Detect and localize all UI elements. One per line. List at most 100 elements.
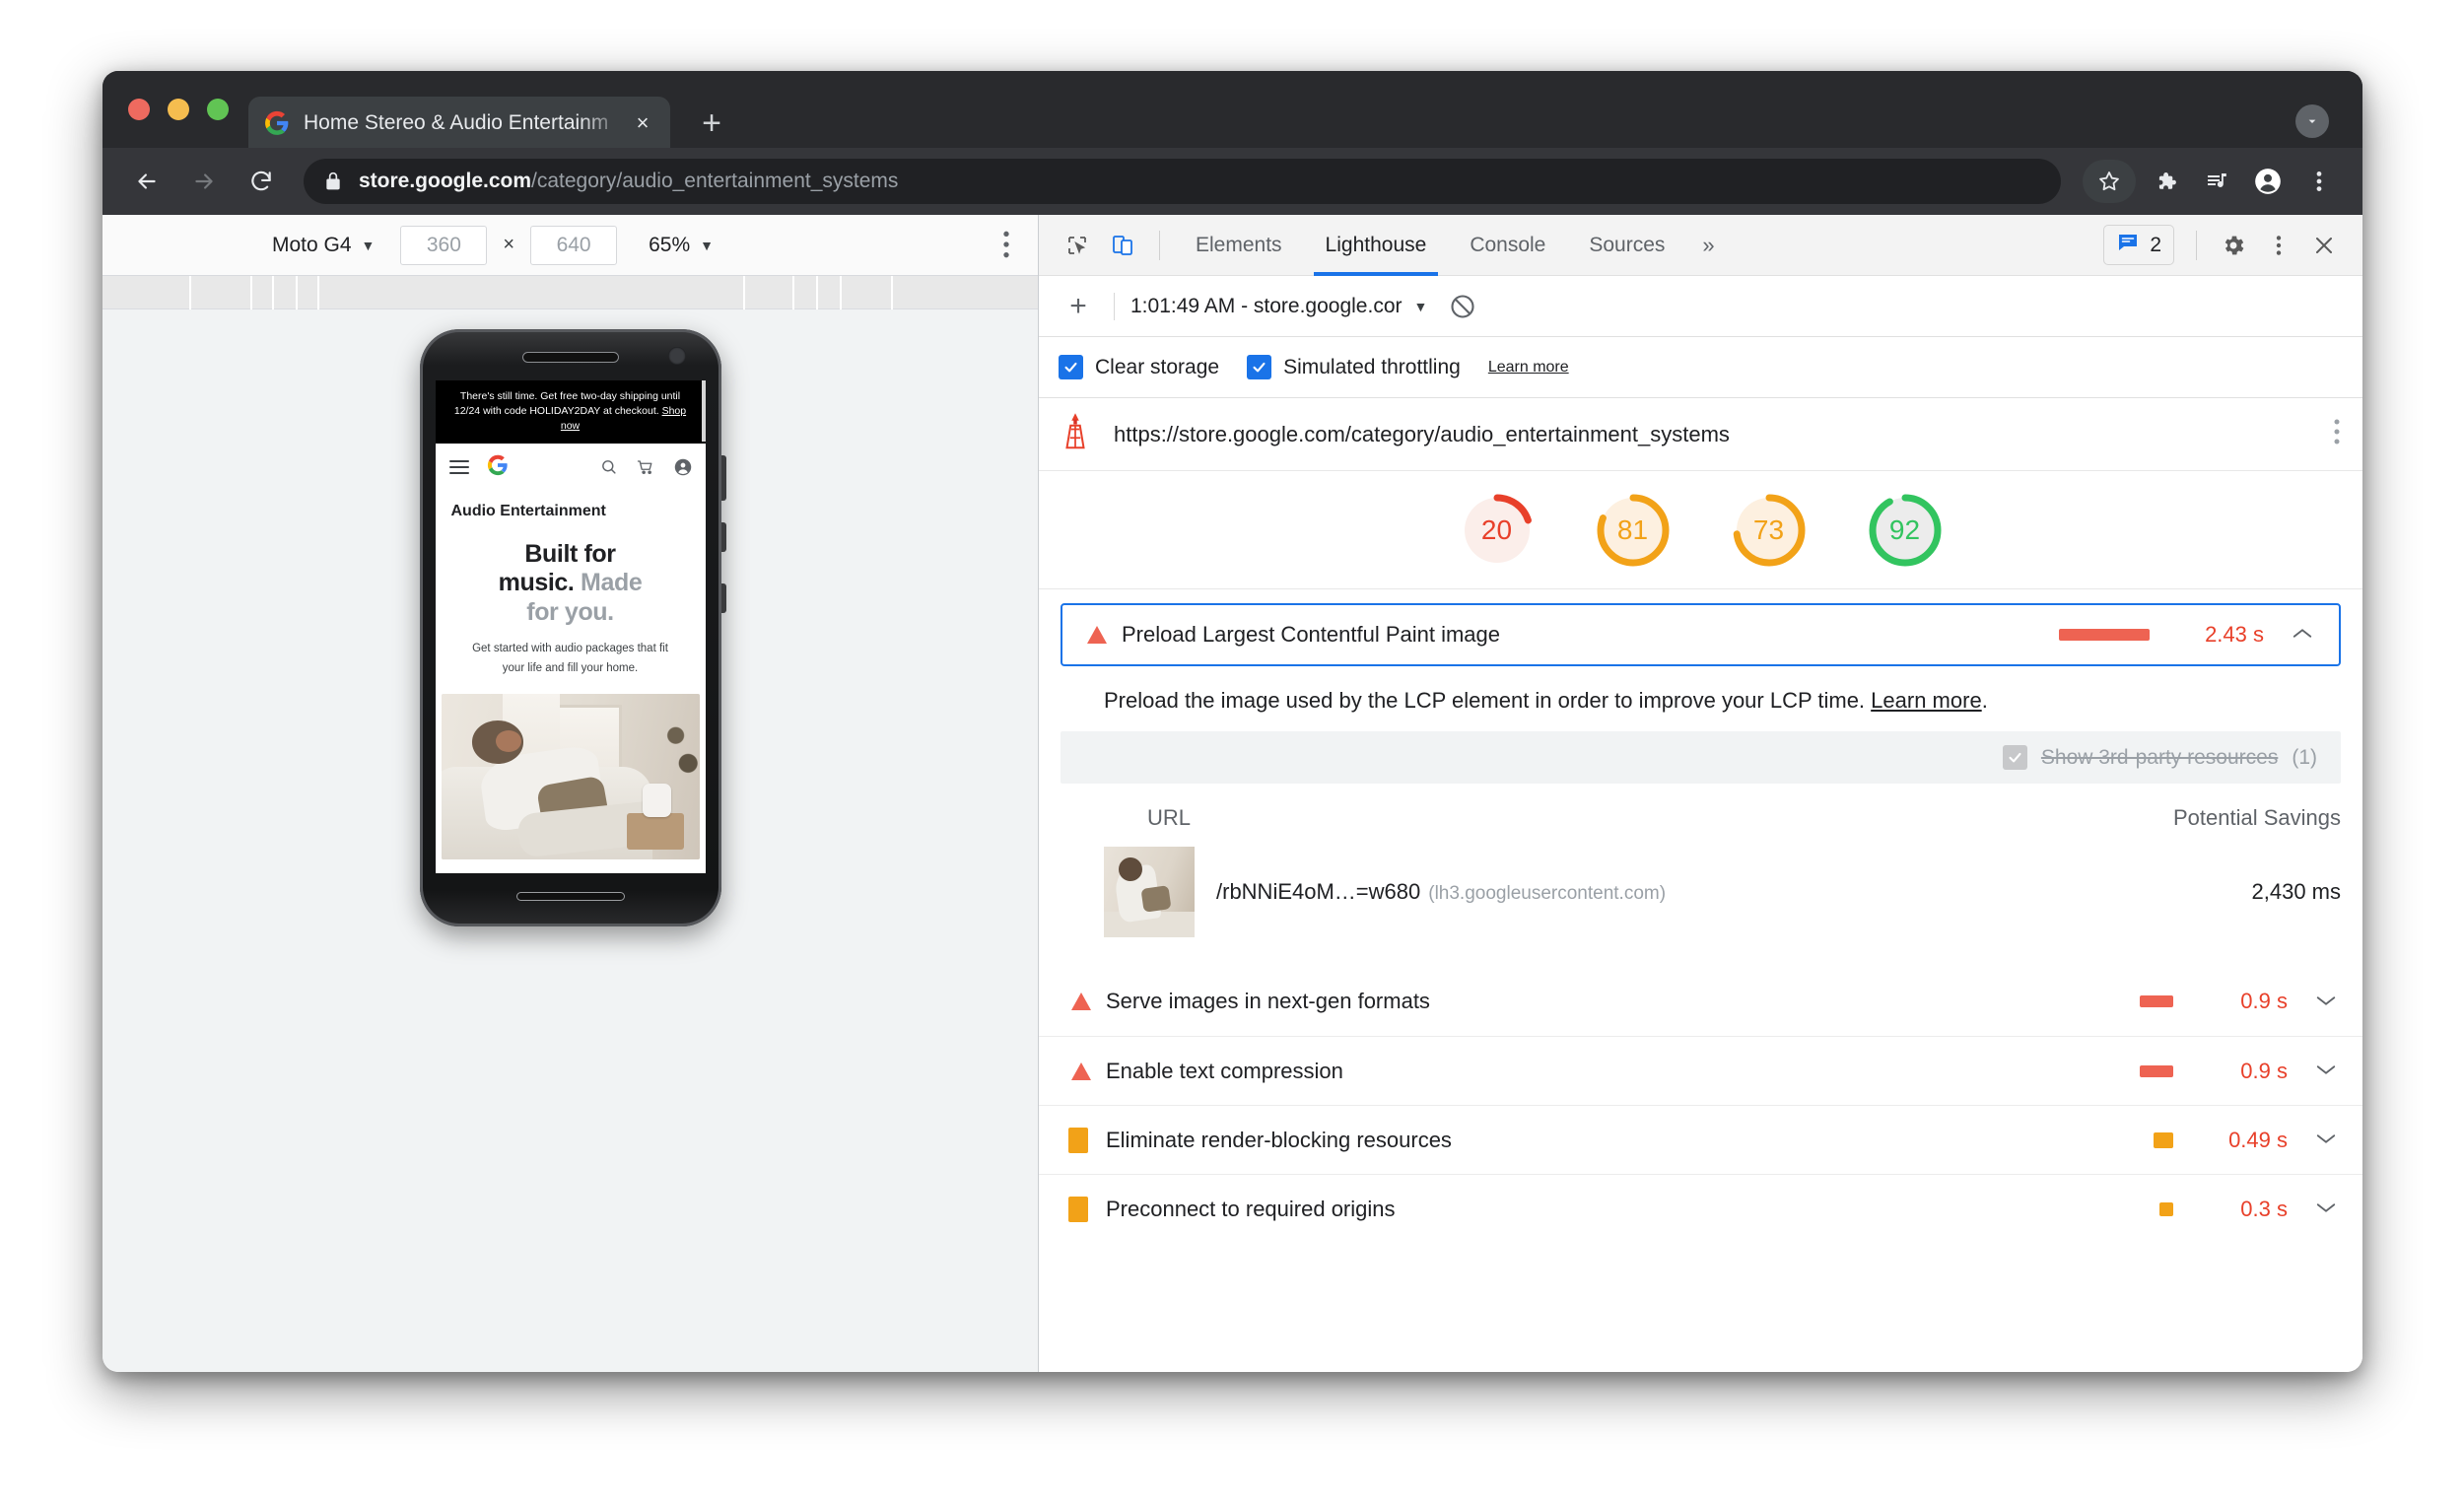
site-header [436, 444, 706, 491]
audit-metrics: 0.49 s [2154, 1128, 2341, 1153]
tab-elements[interactable]: Elements [1174, 215, 1304, 276]
zoom-selector[interactable]: 65% ▼ [649, 234, 714, 257]
settings-gear-icon[interactable] [2211, 223, 2256, 268]
issues-badge[interactable]: 2 [2103, 225, 2174, 265]
account-icon[interactable] [674, 458, 692, 476]
profile-avatar-icon[interactable] [2246, 160, 2290, 203]
page-scrollbar[interactable] [701, 380, 706, 442]
audit-row-enable-text-compression[interactable]: Enable text compression 0.9 s [1039, 1036, 2362, 1105]
no-entry-clear-icon[interactable] [1449, 293, 1476, 320]
cart-icon[interactable] [637, 458, 654, 476]
audit-row-preconnect-origins[interactable]: Preconnect to required origins 0.3 s [1039, 1174, 2362, 1243]
issues-icon [2116, 231, 2140, 259]
audit-title: Preload Largest Contentful Paint image [1122, 622, 1501, 647]
device-name: Moto G4 [272, 233, 352, 256]
audit-title: Enable text compression [1106, 1058, 1343, 1083]
close-window-button[interactable] [128, 99, 150, 120]
tab-close-icon[interactable]: × [631, 111, 654, 135]
audit-description-period: . [1981, 688, 1988, 713]
back-arrow-icon[interactable] [124, 159, 170, 204]
close-icon[interactable] [2301, 223, 2347, 268]
omnibox-path: /category/audio_entertainment_systems [531, 170, 899, 192]
phone-home-bar [515, 892, 625, 901]
tab-strip: Home Stereo & Audio Entertainm × + [103, 71, 2362, 150]
expanded-audit-header[interactable]: Preload Largest Contentful Paint image 2… [1061, 603, 2341, 666]
browser-tab[interactable]: Home Stereo & Audio Entertainm × [248, 97, 670, 150]
star-icon[interactable] [2083, 160, 2136, 203]
new-report-button[interactable]: + [1059, 290, 1098, 323]
throttling-learn-more-link[interactable]: Learn more [1488, 359, 1569, 377]
report-options-kebab-icon[interactable] [2333, 417, 2341, 451]
hamburger-menu-icon[interactable] [448, 459, 469, 474]
inspect-element-icon[interactable] [1055, 223, 1100, 268]
issues-count: 2 [2150, 233, 2161, 256]
device-options-kebab-icon[interactable] [1002, 229, 1010, 265]
table-cell-url[interactable]: /rbNNiE4oM…=w680 (lh3.googleusercontent.c… [1216, 879, 1666, 905]
audit-description-text: Preload the image used by the LCP elemen… [1104, 688, 1866, 713]
gauge-best-practices[interactable]: 73 [1727, 488, 1812, 573]
device-selector[interactable]: Moto G4 ▼ [272, 234, 375, 257]
search-icon[interactable] [600, 458, 617, 475]
more-tabs-icon[interactable]: » [1686, 233, 1730, 258]
tab-console[interactable]: Console [1448, 215, 1567, 276]
third-party-filter[interactable]: Show 3rd-party resources (1) [1061, 731, 2341, 784]
viewport-width-input[interactable]: 360 [400, 225, 488, 265]
audit-learn-more-link[interactable]: Learn more [1871, 688, 1982, 713]
tab-lighthouse[interactable]: Lighthouse [1304, 215, 1449, 276]
minimize-window-button[interactable] [168, 99, 189, 120]
clear-storage-checkbox[interactable]: Clear storage [1059, 355, 1219, 379]
maximize-window-button[interactable] [207, 99, 229, 120]
simulated-throttling-checkbox[interactable]: Simulated throttling [1247, 355, 1461, 379]
forward-arrow-icon[interactable] [181, 159, 227, 204]
extensions-puzzle-icon[interactable] [2144, 160, 2187, 203]
device-toolbar-icon[interactable] [1100, 223, 1145, 268]
tab-sources[interactable]: Sources [1567, 215, 1686, 276]
lighthouse-toolbar: + 1:01:49 AM - store.google.cor ▼ [1039, 276, 2362, 337]
audit-value: 0.9 s [2240, 1058, 2288, 1083]
zoom-value: 65% [649, 233, 691, 256]
new-tab-button[interactable]: + [694, 106, 729, 142]
gauge-accessibility[interactable]: 81 [1591, 488, 1676, 573]
phone-volume-up-button [720, 522, 726, 552]
gauge-value: 73 [1752, 514, 1785, 545]
promo-banner: There's still time. Get free two-day shi… [435, 380, 706, 444]
promo-text: There's still time. Get free two-day shi… [453, 390, 681, 417]
media-playlist-icon[interactable] [2195, 160, 2238, 203]
omnibox[interactable]: store.google.com/category/audio_entertai… [304, 159, 2061, 204]
audit-metrics: 0.9 s [2140, 1059, 2341, 1084]
gauge-performance[interactable]: 20 [1455, 488, 1540, 573]
audit-row-eliminate-render-blocking[interactable]: Eliminate render-blocking resources 0.49… [1039, 1105, 2362, 1174]
audit-value: 0.9 s [2240, 989, 2288, 1013]
devtools-tabbar: Elements Lighthouse Console Sources » 2 [1039, 215, 2362, 276]
chevron-down-icon[interactable] [2311, 991, 2341, 1013]
device-stage: There's still time. Get free two-day shi… [103, 309, 1038, 1372]
error-triangle-icon [1068, 990, 1102, 1013]
browser-menu-kebab-icon[interactable] [2297, 160, 2341, 203]
tab-search-chevron-down-icon[interactable] [2295, 104, 2329, 138]
chevron-down-icon[interactable] [2311, 1060, 2341, 1082]
gauge-seo[interactable]: 92 [1863, 488, 1948, 573]
audited-url-row: https://store.google.com/category/audio_… [1039, 398, 2362, 471]
viewport-height-input[interactable]: 640 [530, 225, 618, 265]
report-run-selector[interactable]: 1:01:49 AM - store.google.cor ▼ [1130, 295, 1427, 318]
chevron-down-icon[interactable] [2311, 1129, 2341, 1151]
resource-path: /rbNNiE4oM…=w680 [1216, 879, 1421, 904]
reload-icon[interactable] [239, 159, 284, 204]
lock-icon [323, 171, 343, 192]
thumb-pillow [1140, 885, 1171, 914]
checkbox-checked-icon [1247, 355, 1272, 379]
audit-metrics: 0.9 s [2140, 989, 2341, 1014]
device-mode-toolbar: Moto G4 ▼ 360 × 640 65% ▼ [103, 215, 1038, 276]
devtools-kebab-icon[interactable] [2256, 223, 2301, 268]
phone-volume-down-button [720, 583, 726, 613]
browser-window: Home Stereo & Audio Entertainm × + store… [103, 71, 2362, 1372]
phone-power-button [720, 455, 726, 501]
emulated-viewport[interactable]: There's still time. Get free two-day shi… [435, 380, 706, 873]
window-controls[interactable] [128, 99, 229, 120]
chevron-down-icon[interactable] [2311, 1198, 2341, 1220]
audit-row-serve-images-next-gen[interactable]: Serve images in next-gen formats 0.9 s [1039, 967, 2362, 1036]
audit-impact-bar [2154, 1131, 2173, 1148]
error-triangle-icon [1084, 623, 1118, 647]
gauge-value: 92 [1888, 514, 1921, 545]
chevron-up-icon[interactable] [2288, 624, 2317, 647]
